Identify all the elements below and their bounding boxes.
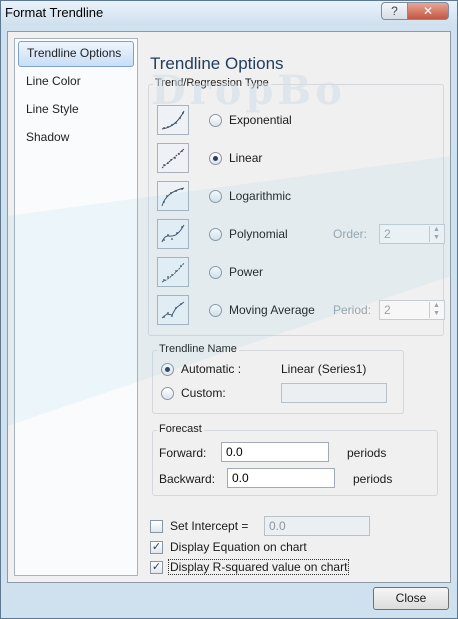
name-automatic-label: Automatic : [181, 362, 242, 376]
name-custom-radio[interactable] [161, 387, 174, 400]
polynomial-radio[interactable] [209, 228, 222, 241]
forward-unit: periods [347, 446, 387, 460]
dialog-content: Trendline Options Line Color Line Style … [7, 31, 451, 583]
exponential-radio[interactable] [209, 114, 222, 127]
nav-item-trendline-options[interactable]: Trendline Options [18, 41, 134, 67]
trend-type-group-label: Trend/Regression Type [153, 77, 271, 89]
moving-average-label: Moving Average [229, 303, 315, 317]
name-automatic-radio[interactable] [161, 363, 174, 376]
linear-radio[interactable] [209, 152, 222, 165]
category-nav: Trendline Options Line Color Line Style … [14, 38, 138, 576]
period-value: 2 [384, 303, 391, 317]
trend-type-group: Trend/Regression Type Exponential Linear… [148, 77, 445, 336]
set-intercept-checkbox[interactable] [150, 520, 163, 533]
polynomial-label: Polynomial [229, 227, 288, 241]
close-button[interactable]: Close [373, 587, 449, 610]
window-close-button[interactable]: ✕ [407, 2, 449, 20]
window-title: Format Trendline [5, 5, 104, 20]
backward-unit: periods [353, 472, 393, 486]
trend-option-moving-average: Moving Average Period: 2 ▲ ▼ [157, 295, 445, 329]
title-bar[interactable]: Format Trendline ? ✕ [1, 1, 457, 25]
order-label: Order: [333, 227, 368, 241]
name-custom-input[interactable] [281, 383, 387, 403]
order-value: 2 [384, 227, 391, 241]
period-label: Period: [333, 303, 372, 317]
display-rsquared-label: Display R-squared value on chart [168, 559, 350, 575]
trend-option-polynomial: Polynomial Order: 2 ▲ ▼ [157, 219, 445, 253]
polynomial-icon [157, 219, 189, 249]
backward-input[interactable]: 0.0 [227, 468, 335, 488]
help-button[interactable]: ? [381, 2, 407, 20]
name-custom-label: Custom: [181, 386, 226, 400]
moving-average-radio[interactable] [209, 304, 222, 317]
power-label: Power [229, 265, 264, 279]
display-equation-label: Display Equation on chart [170, 540, 307, 554]
panel-title: Trendline Options [150, 54, 284, 73]
forward-label: Forward: [159, 446, 207, 460]
nav-item-line-style[interactable]: Line Style [18, 97, 134, 123]
forecast-group: Forecast Forward: 0.0 periods Backward: … [152, 423, 438, 496]
display-equation-checkbox[interactable]: ✓ [150, 541, 163, 554]
trend-option-power: Power [157, 257, 437, 291]
logarithmic-icon [157, 181, 189, 211]
linear-label: Linear [229, 151, 263, 165]
trendline-name-group-label: Trendline Name [157, 343, 239, 355]
trend-option-logarithmic: Logarithmic [157, 181, 437, 215]
linear-icon [157, 143, 189, 173]
dialog-footer: Close [7, 583, 451, 615]
trendline-name-group: Trendline Name Automatic : Linear (Serie… [152, 343, 404, 414]
order-spinner[interactable]: 2 ▲ ▼ [379, 224, 445, 244]
intercept-input[interactable]: 0.0 [264, 516, 370, 536]
moving-average-icon [157, 295, 189, 325]
exponential-icon [157, 105, 189, 135]
power-icon [157, 257, 189, 287]
power-radio[interactable] [209, 266, 222, 279]
exponential-label: Exponential [229, 113, 292, 127]
order-spin-arrows[interactable]: ▲ ▼ [429, 226, 443, 242]
name-automatic-value: Linear (Series1) [281, 362, 367, 376]
display-rsquared-checkbox[interactable]: ✓ [150, 561, 163, 574]
title-bar-buttons: ? ✕ [381, 2, 449, 20]
logarithmic-radio[interactable] [209, 190, 222, 203]
backward-label: Backward: [159, 472, 216, 486]
trend-option-exponential: Exponential [157, 105, 437, 139]
trend-option-linear: Linear [157, 143, 437, 177]
logarithmic-label: Logarithmic [229, 189, 292, 203]
nav-item-line-color[interactable]: Line Color [18, 69, 134, 95]
nav-item-shadow[interactable]: Shadow [18, 125, 134, 151]
options-panel: Trendline Options Trend/Regression Type … [148, 42, 448, 576]
set-intercept-label: Set Intercept = [170, 519, 249, 533]
forward-input[interactable]: 0.0 [221, 442, 329, 462]
forecast-group-label: Forecast [157, 423, 204, 435]
period-spinner[interactable]: 2 ▲ ▼ [379, 300, 445, 320]
period-spin-arrows[interactable]: ▲ ▼ [429, 302, 443, 318]
format-trendline-dialog: Format Trendline ? ✕ Trendline Options L… [0, 0, 458, 619]
